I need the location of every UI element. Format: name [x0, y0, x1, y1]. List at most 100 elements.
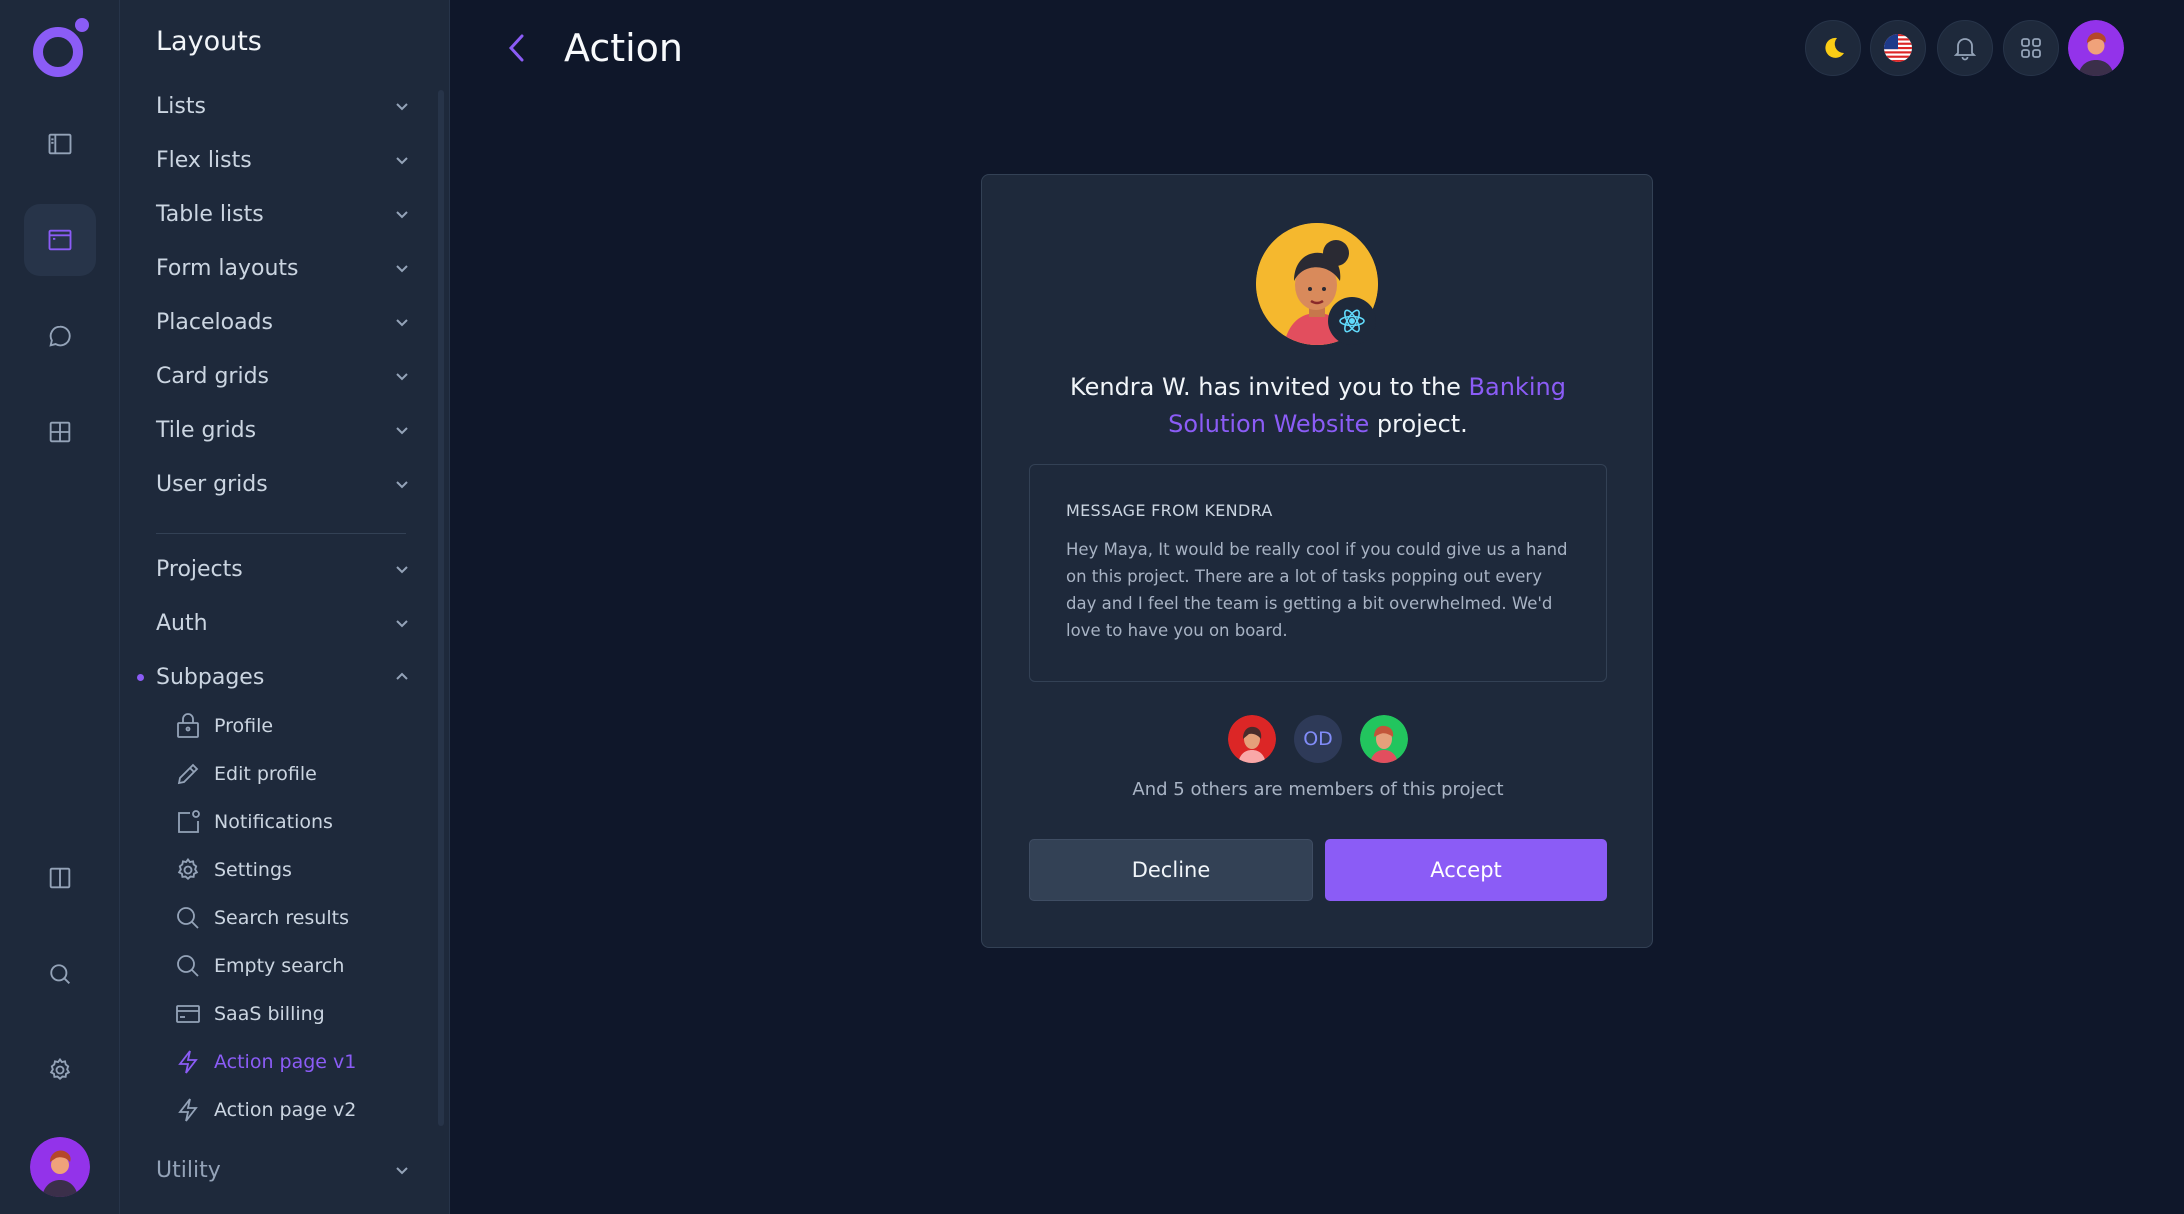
nav-group-card-grids[interactable]: Card grids	[156, 356, 412, 396]
rail-grid-button[interactable]	[24, 396, 96, 468]
sub-item-edit-profile[interactable]: Edit profile	[174, 756, 317, 792]
browser-window-icon	[48, 229, 72, 251]
nav-group-label: Flex lists	[156, 147, 252, 173]
sub-item-label: Edit profile	[214, 763, 317, 785]
rail-settings-button[interactable]	[24, 1034, 96, 1106]
sidebar-title: Layouts	[156, 26, 262, 57]
sub-item-label: Empty search	[214, 955, 345, 977]
nav-group-placeloads[interactable]: Placeloads	[156, 302, 412, 342]
apps-grid-icon	[2021, 38, 2041, 58]
message-box: MESSAGE FROM KENDRA Hey Maya, It would b…	[1029, 464, 1607, 682]
lightning-icon	[178, 1098, 198, 1122]
sub-item-settings[interactable]: Settings	[174, 852, 292, 888]
user-avatar[interactable]	[30, 1137, 90, 1197]
chevron-down-icon	[396, 427, 408, 435]
nav-group-label: Subpages	[156, 664, 265, 690]
message-title: MESSAGE FROM KENDRA	[1066, 501, 1273, 520]
sub-item-label: Action page v1	[214, 1051, 357, 1073]
header-user-avatar[interactable]	[2068, 20, 2124, 76]
chevron-down-icon	[396, 157, 408, 165]
sub-item-notifications[interactable]: Notifications	[174, 804, 333, 840]
nav-group-tile-grids[interactable]: Tile grids	[156, 410, 412, 450]
chevron-down-icon	[396, 373, 408, 381]
nav-group-user-grids[interactable]: User grids	[156, 464, 412, 504]
sidebar-divider	[156, 533, 406, 534]
sidebar-icon	[48, 133, 72, 155]
invitation-text: Kendra W. has invited you to the Banking…	[1022, 369, 1614, 443]
react-icon	[1339, 309, 1365, 333]
invite-prefix: Kendra W. has invited you to the	[1070, 373, 1469, 401]
message-body: Hey Maya, It would be really cool if you…	[1066, 540, 1568, 640]
rail-messages-button[interactable]	[24, 300, 96, 372]
sub-item-label: Action page v2	[214, 1099, 357, 1121]
member-avatar	[1228, 715, 1276, 763]
search-icon	[177, 907, 199, 929]
accept-button[interactable]: Accept	[1325, 839, 1607, 901]
chevron-down-icon	[396, 103, 408, 111]
page-title: Action	[564, 26, 684, 70]
rail-sidebar-button[interactable]	[24, 108, 96, 180]
invitation-card: Kendra W. has invited you to the Banking…	[981, 174, 1653, 948]
member-initials-avatar: OD	[1294, 715, 1342, 763]
invite-suffix: project.	[1369, 410, 1468, 438]
notification-icon	[178, 810, 200, 833]
notifications-button[interactable]	[1937, 20, 1993, 76]
search-icon	[177, 955, 199, 977]
nav-group-label: Tile grids	[156, 417, 257, 443]
gear-icon	[177, 857, 199, 881]
gear-icon	[49, 1057, 71, 1081]
us-flag-icon	[1884, 34, 1912, 62]
chevron-up-icon	[396, 672, 408, 680]
sub-item-profile[interactable]: Profile	[174, 708, 273, 744]
nav-group-utility[interactable]: Utility	[156, 1150, 412, 1190]
member-avatars: OD	[982, 715, 1654, 763]
nav-group-auth[interactable]: Auth	[156, 603, 412, 643]
members-note: And 5 others are members of this project	[1132, 779, 1504, 800]
sub-item-action-page-v1[interactable]: Action page v1	[174, 1044, 356, 1080]
avatar-illustration	[1228, 715, 1276, 763]
nav-group-table-lists[interactable]: Table lists	[156, 194, 412, 234]
columns-icon	[49, 867, 71, 889]
back-arrow-icon[interactable]	[500, 30, 536, 66]
nav-group-projects[interactable]: Projects	[156, 549, 412, 589]
sidebar-scrollbar[interactable]	[438, 90, 444, 1126]
react-badge	[1328, 297, 1376, 345]
sub-item-label: Settings	[214, 859, 292, 881]
nav-group-label: Form layouts	[156, 255, 299, 281]
chat-bubble-icon	[49, 325, 71, 347]
chevron-down-icon	[396, 620, 408, 628]
bell-icon	[1953, 38, 1977, 61]
sub-item-saas-billing[interactable]: SaaS billing	[174, 996, 325, 1032]
decline-button[interactable]: Decline	[1029, 839, 1313, 901]
rail-layouts-button[interactable]	[24, 204, 96, 276]
nav-group-label: Projects	[156, 556, 243, 582]
layouts-sidebar: Layouts Lists Flex lists Table lists For…	[120, 0, 450, 1214]
moon-icon	[1825, 37, 1844, 58]
nav-group-lists[interactable]: Lists	[156, 86, 412, 126]
app-logo[interactable]	[30, 16, 94, 80]
chevron-down-icon	[396, 265, 408, 273]
grid-icon	[49, 421, 71, 443]
sub-item-label: Profile	[214, 715, 274, 737]
active-group-dot	[137, 674, 144, 681]
rail-columns-button[interactable]	[24, 842, 96, 914]
language-button[interactable]	[1870, 20, 1926, 76]
search-icon	[50, 964, 70, 984]
nav-group-label: User grids	[156, 471, 268, 497]
nav-group-flex-lists[interactable]: Flex lists	[156, 140, 412, 180]
nav-group-form-layouts[interactable]: Form layouts	[156, 248, 412, 288]
nav-group-label: Card grids	[156, 363, 270, 389]
rail-search-button[interactable]	[24, 938, 96, 1010]
nav-group-label: Placeloads	[156, 309, 273, 335]
nav-group-subpages[interactable]: Subpages	[156, 657, 412, 697]
credit-card-icon	[176, 1005, 200, 1023]
sub-item-search-results[interactable]: Search results	[174, 900, 349, 936]
lightning-icon	[178, 1050, 198, 1074]
apps-button[interactable]	[2003, 20, 2059, 76]
nav-group-label: Table lists	[156, 201, 264, 227]
theme-toggle-button[interactable]	[1805, 20, 1861, 76]
sub-item-label: Notifications	[214, 811, 333, 833]
sub-item-action-page-v2[interactable]: Action page v2	[174, 1092, 356, 1128]
sub-item-empty-search[interactable]: Empty search	[174, 948, 344, 984]
chevron-down-icon	[396, 319, 408, 327]
